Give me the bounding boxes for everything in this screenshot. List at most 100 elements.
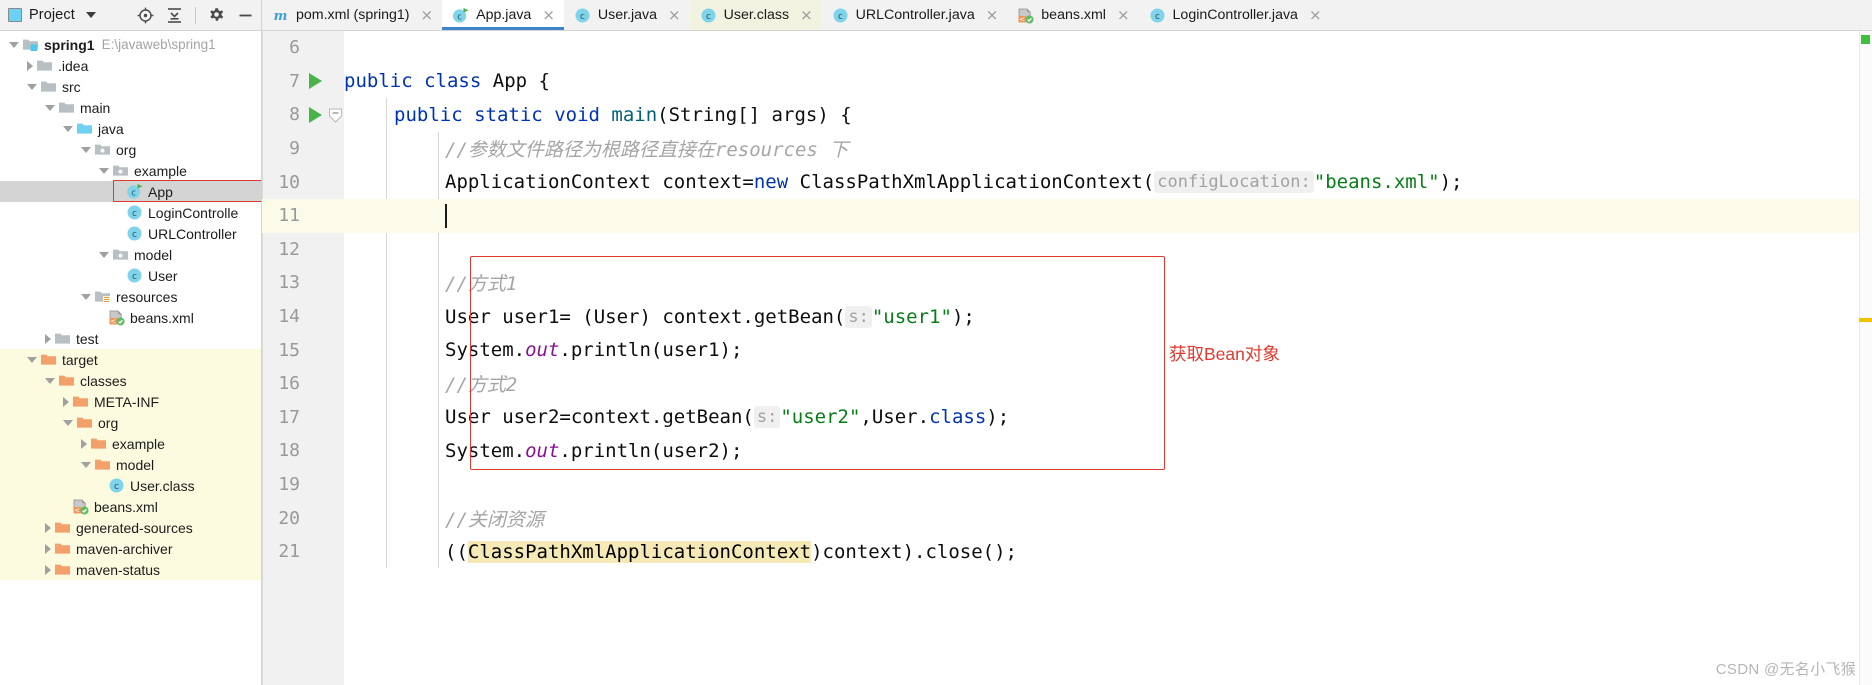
gutter-line-17[interactable]: 17 — [262, 401, 344, 435]
editor-tab-urlcontroller-java[interactable]: c URLController.java × — [821, 0, 1008, 30]
chevron-down-icon[interactable] — [81, 461, 91, 468]
tree-item-classes[interactable]: classes — [0, 370, 261, 391]
close-icon[interactable]: × — [986, 7, 999, 23]
editor-gutter[interactable]: 6 7 8 9 10 11 12 13 14 15 16 17 18 19 20 21 — [262, 31, 344, 685]
gutter-line-12[interactable]: 12 — [262, 233, 344, 267]
chevron-down-icon[interactable] — [9, 41, 19, 48]
tree-item-logincontrolle[interactable]: c LoginControlle — [0, 202, 261, 223]
chevron-down-icon[interactable] — [63, 419, 73, 426]
gutter-line-21[interactable]: 21 — [262, 535, 344, 569]
gutter-line-16[interactable]: 16 — [262, 367, 344, 401]
tree-item-test[interactable]: test — [0, 328, 261, 349]
chevron-down-icon[interactable] — [99, 167, 109, 174]
chevron-down-icon[interactable] — [63, 125, 73, 132]
chevron-right-icon[interactable] — [45, 333, 51, 344]
code-line-12[interactable] — [344, 233, 1872, 267]
tree-item-beans-xml[interactable]: < beans.xml — [0, 496, 261, 517]
tree-item-urlcontroller[interactable]: c URLController — [0, 223, 261, 244]
gutter-line-15[interactable]: 15 — [262, 333, 344, 367]
code-line-19[interactable] — [344, 468, 1872, 502]
tree-item-maven-status[interactable]: maven-status — [0, 559, 261, 580]
gutter-line-7[interactable]: 7 — [262, 65, 344, 99]
code-line-16[interactable]: //方式2 — [344, 367, 1872, 401]
gutter-line-6[interactable]: 6 — [262, 31, 344, 65]
editor-tab-app-java[interactable]: c App.java × — [442, 0, 564, 30]
code-line-13[interactable]: //方式1 — [344, 266, 1872, 300]
tree-item-spring1[interactable]: spring1 E:\javaweb\spring1 — [0, 34, 261, 55]
chevron-right-icon[interactable] — [81, 438, 87, 449]
chevron-right-icon[interactable] — [63, 396, 69, 407]
gutter-line-19[interactable]: 19 — [262, 468, 344, 502]
code-line-10[interactable]: ApplicationContext context= new ClassPath… — [344, 165, 1872, 199]
run-gutter-icon[interactable] — [309, 73, 322, 90]
collapse-all-icon[interactable] — [166, 7, 183, 24]
project-view-selector[interactable]: Project — [8, 7, 96, 23]
tree-item-model[interactable]: model — [0, 454, 261, 475]
chevron-right-icon[interactable] — [45, 522, 51, 533]
gutter-line-18[interactable]: 18 — [262, 434, 344, 468]
code-content[interactable]: public class App { public static void ma… — [344, 31, 1872, 685]
code-line-7[interactable]: public class App { — [344, 65, 1872, 99]
gutter-line-11[interactable]: 11 — [262, 198, 344, 233]
code-line-20[interactable]: //关闭资源 — [344, 501, 1872, 535]
chevron-down-icon[interactable] — [45, 104, 55, 111]
gutter-line-8[interactable]: 8 — [262, 98, 344, 132]
tree-item-java[interactable]: java — [0, 118, 261, 139]
gutter-line-14[interactable]: 14 — [262, 300, 344, 334]
editor-tab-beans-xml[interactable]: < beans.xml × — [1007, 0, 1139, 30]
tree-item-resources[interactable]: resources — [0, 286, 261, 307]
tree-item-main[interactable]: main — [0, 97, 261, 118]
close-icon[interactable]: × — [1309, 7, 1322, 23]
code-fold-icon[interactable] — [328, 107, 343, 124]
code-line-11[interactable] — [344, 198, 1872, 233]
tree-item-src[interactable]: src — [0, 76, 261, 97]
chevron-down-icon[interactable] — [27, 83, 37, 90]
close-icon[interactable]: × — [800, 7, 813, 23]
tree-item-user-class[interactable]: c User.class — [0, 475, 261, 496]
chevron-down-icon[interactable] — [99, 251, 109, 258]
close-icon[interactable]: × — [1117, 7, 1130, 23]
gear-icon[interactable] — [208, 7, 225, 24]
tree-item-target[interactable]: target — [0, 349, 261, 370]
code-line-17[interactable]: User user2=context.getBean(s: "user2" ,Use… — [344, 401, 1872, 435]
gutter-line-20[interactable]: 20 — [262, 501, 344, 535]
chevron-right-icon[interactable] — [27, 60, 33, 71]
minimize-icon[interactable] — [237, 7, 254, 24]
warning-marker[interactable] — [1859, 318, 1872, 322]
run-gutter-icon[interactable] — [309, 106, 322, 123]
tree-item-model[interactable]: model — [0, 244, 261, 265]
code-editor[interactable]: 6 7 8 9 10 11 12 13 14 15 16 17 18 19 20 21 public clas… — [262, 31, 1872, 685]
tree-item--idea[interactable]: .idea — [0, 55, 261, 76]
chevron-right-icon[interactable] — [45, 543, 51, 554]
chevron-down-icon[interactable] — [85, 12, 96, 18]
code-line-14[interactable]: User user1= (User) context.getBean(s: "us… — [344, 300, 1872, 334]
code-line-21[interactable]: ((ClassPathXmlApplicationContext)context… — [344, 535, 1872, 569]
tree-item-app[interactable]: c App — [0, 181, 261, 202]
editor-tab-logincontroller-java[interactable]: c LoginController.java × — [1138, 0, 1331, 30]
gutter-line-13[interactable]: 13 — [262, 266, 344, 300]
project-tree[interactable]: spring1 E:\javaweb\spring1 .idea src main jav… — [0, 31, 262, 685]
chevron-down-icon[interactable] — [81, 146, 91, 153]
chevron-right-icon[interactable] — [45, 564, 51, 575]
gutter-line-9[interactable]: 9 — [262, 132, 344, 166]
code-line-18[interactable]: System. out .println(user2); — [344, 434, 1872, 468]
tree-item-user[interactable]: c User — [0, 265, 261, 286]
tree-item-maven-archiver[interactable]: maven-archiver — [0, 538, 261, 559]
tree-item-generated-sources[interactable]: generated-sources — [0, 517, 261, 538]
tree-item-example[interactable]: example — [0, 160, 261, 181]
gutter-line-10[interactable]: 10 — [262, 165, 344, 199]
locate-icon[interactable] — [137, 7, 154, 24]
chevron-down-icon[interactable] — [27, 356, 37, 363]
close-icon[interactable]: × — [668, 7, 681, 23]
code-line-15[interactable]: System. out .println(user1); — [344, 333, 1872, 367]
close-icon[interactable]: × — [542, 7, 555, 23]
code-line-6[interactable] — [344, 31, 1872, 65]
close-icon[interactable]: × — [421, 7, 434, 23]
code-line-9[interactable]: //参数文件路径为根路径直接在resources 下 — [344, 132, 1872, 166]
chevron-down-icon[interactable] — [81, 293, 91, 300]
tree-item-example[interactable]: example — [0, 433, 261, 454]
chevron-down-icon[interactable] — [45, 377, 55, 384]
editor-tab-pom-xml-spring1[interactable]: m pom.xml (spring1) × — [262, 0, 443, 30]
editor-scroll-rail[interactable] — [1859, 31, 1872, 685]
tree-item-meta-inf[interactable]: META-INF — [0, 391, 261, 412]
